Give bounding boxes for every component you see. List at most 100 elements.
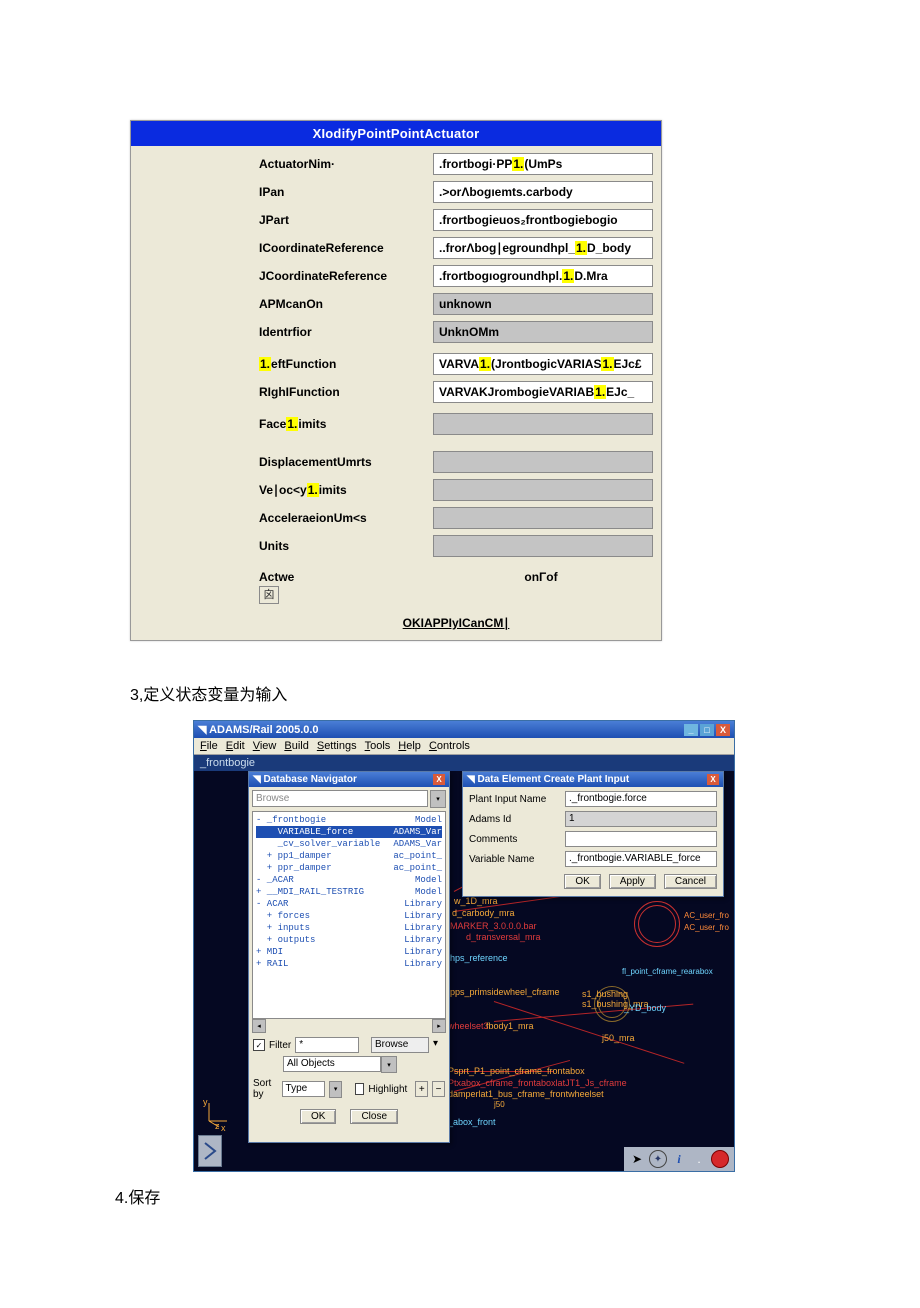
navigator-tree[interactable]: - _frontbogieModel VARIABLE_forceADAMS_V… (252, 811, 446, 1019)
actuator-name-field[interactable]: .frortbogi·PP1.(UmPs (433, 153, 653, 175)
tree-item[interactable]: - _frontbogieModel (256, 814, 442, 826)
adams-canvas[interactable]: 0 bly_wheelset3_user_Pointactuator w_1D_… (194, 771, 734, 1171)
tree-item[interactable]: - _ACARModel (256, 874, 442, 886)
axis-gizmo-icon: x y z (201, 1099, 231, 1129)
menu-file[interactable]: File (200, 740, 218, 752)
leftfunc-field[interactable]: VARVA1.(JrontbogicVARIAS1.EJc£ (433, 353, 653, 375)
filter-browse-button[interactable]: Browse (371, 1037, 429, 1053)
help-icon[interactable]: 囟 (259, 586, 279, 604)
facelimits-label: Face1.imits (259, 417, 433, 431)
caption-step3: 3,定义状态变量为输入 (130, 681, 920, 705)
jpart-field[interactable]: .frortbogieuos₂frontbogiebogio (433, 209, 653, 231)
menu-edit[interactable]: Edit (226, 740, 245, 752)
jpart-label: JPart (259, 213, 433, 227)
tree-item[interactable]: + RAILLibrary (256, 958, 442, 970)
filter-checkbox[interactable]: ✓ (253, 1039, 265, 1051)
tree-item[interactable]: + __MDI_RAIL_TESTRIGModel (256, 886, 442, 898)
scroll-left-icon[interactable]: ◂ (252, 1019, 266, 1033)
dialog-body: ActuatorNim· .frortbogi·PP1.(UmPs IPan .… (131, 146, 661, 640)
de-ok-button[interactable]: OK (564, 874, 600, 889)
adams-model-name: _frontbogie (194, 755, 734, 771)
jcoord-field[interactable]: .frortbogıogroundhpl.1.D.Mra (433, 265, 653, 287)
close-icon[interactable]: X (716, 724, 730, 736)
velocity-field[interactable] (433, 479, 653, 501)
modify-actuator-dialog: XIodifyPointPointActuator ActuatorNim· .… (130, 120, 662, 641)
info-icon[interactable]: i (671, 1151, 687, 1167)
filter-label: Filter (269, 1040, 291, 1051)
window-buttons: _ □ X (684, 724, 730, 736)
filter-browse-dropdown-icon[interactable]: ▾ (433, 1038, 445, 1053)
apmcanon-label: APMcanOn (259, 297, 433, 311)
rightfunc-field[interactable]: VARVAKJrombogieVARIAB1.EJc_ (433, 381, 653, 403)
icoord-label: ICoordinateReference (259, 241, 433, 255)
displacement-field[interactable] (433, 451, 653, 473)
tree-item[interactable]: + pp1_damperac_point_ (256, 850, 442, 862)
comments-field[interactable] (565, 831, 717, 847)
leftfunc-label: 1.eftFunction (259, 357, 433, 371)
accel-field[interactable] (433, 507, 653, 529)
plant-input-name-field[interactable]: ._frontbogie.force (565, 791, 717, 807)
navigator-ok-button[interactable]: OK (300, 1109, 336, 1124)
de-cancel-button[interactable]: Cancel (664, 874, 717, 889)
ok-apply-cancel-button[interactable]: OKIAPPIyICanCM∣ (259, 616, 653, 630)
navigator-mode-dropdown-icon[interactable]: ▾ (430, 790, 446, 808)
de-close-icon[interactable]: X (707, 774, 719, 785)
adams-main-window: ◥ ADAMS/Rail 2005.0.0 _ □ X File Edit Vi… (193, 720, 735, 1172)
identifier-field[interactable]: UnknOMm (433, 321, 653, 343)
collapse-icon[interactable]: − (432, 1081, 445, 1097)
minimize-icon[interactable]: _ (684, 724, 698, 736)
adams-titlebar: ◥ ADAMS/Rail 2005.0.0 _ □ X (194, 721, 734, 738)
menu-controls[interactable]: Controls (429, 740, 470, 752)
plant-input-name-label: Plant Input Name (469, 794, 561, 805)
variable-name-label: Variable Name (469, 854, 561, 865)
all-objects-dropdown-icon[interactable]: ▾ (381, 1056, 397, 1073)
maximize-icon[interactable]: □ (700, 724, 714, 736)
target-icon[interactable]: ✦ (649, 1150, 667, 1168)
units-field[interactable] (433, 535, 653, 557)
active-value: onΓof (429, 570, 653, 584)
variable-name-field[interactable]: ._frontbogie.VARIABLE_force (565, 851, 717, 867)
navigator-mode-field[interactable]: Browse (252, 790, 428, 807)
menu-build[interactable]: Build (284, 740, 308, 752)
menu-settings[interactable]: Settings (317, 740, 357, 752)
sort-select[interactable]: Type (282, 1081, 326, 1097)
dialog-title: XIodifyPointPointActuator (131, 121, 661, 146)
de-apply-button[interactable]: Apply (609, 874, 656, 889)
tree-item[interactable]: + outputsLibrary (256, 934, 442, 946)
all-objects-select[interactable]: All Objects (283, 1056, 381, 1072)
tree-item[interactable]: VARIABLE_forceADAMS_Var (256, 826, 442, 838)
apmcanon-field[interactable]: unknown (433, 293, 653, 315)
menu-help[interactable]: Help (398, 740, 421, 752)
rightfunc-label: RIghIFunction (259, 385, 433, 399)
tree-item[interactable]: _cv_solver_variableADAMS_Var (256, 838, 442, 850)
adams-id-field[interactable]: 1 (565, 811, 717, 827)
de-title: ◥ Data Element Create Plant Input X (463, 772, 723, 787)
database-navigator-panel: ◥ Database Navigator X Browse ▾ - _front… (248, 771, 450, 1143)
toolbox-button[interactable] (198, 1135, 222, 1167)
cursor-icon[interactable]: ➤ (629, 1151, 645, 1167)
menu-tools[interactable]: Tools (365, 740, 391, 752)
accel-label: AcceleraeionUm<s (259, 511, 433, 525)
units-label: Units (259, 539, 433, 553)
sort-dropdown-icon[interactable]: ▾ (329, 1081, 342, 1098)
caption-step4: 4.保存 (115, 1184, 920, 1208)
expand-icon[interactable]: + (415, 1081, 428, 1097)
scroll-right-icon[interactable]: ▸ (432, 1019, 446, 1033)
tree-item[interactable]: + MDILibrary (256, 946, 442, 958)
filter-input[interactable]: * (295, 1037, 359, 1053)
adams-id-label: Adams Id (469, 814, 561, 825)
tree-item[interactable]: + ppr_damperac_point_ (256, 862, 442, 874)
menu-view[interactable]: View (253, 740, 277, 752)
create-plant-input-panel: ◥ Data Element Create Plant Input X Plan… (462, 771, 724, 897)
ipan-field[interactable]: .>orΛbogıemts.carbody (433, 181, 653, 203)
icoord-field[interactable]: ..frorΛbog∣egroundhpl_1.D_body (433, 237, 653, 259)
navigator-close-button[interactable]: Close (350, 1109, 398, 1124)
tree-item[interactable]: - ACARLibrary (256, 898, 442, 910)
navigator-close-icon[interactable]: X (433, 774, 445, 785)
record-icon[interactable] (711, 1150, 729, 1168)
status-bar: ➤ ✦ i . (624, 1147, 734, 1171)
tree-item[interactable]: + forcesLibrary (256, 910, 442, 922)
tree-item[interactable]: + inputsLibrary (256, 922, 442, 934)
facelimits-field[interactable] (433, 413, 653, 435)
highlight-checkbox[interactable] (355, 1083, 365, 1095)
